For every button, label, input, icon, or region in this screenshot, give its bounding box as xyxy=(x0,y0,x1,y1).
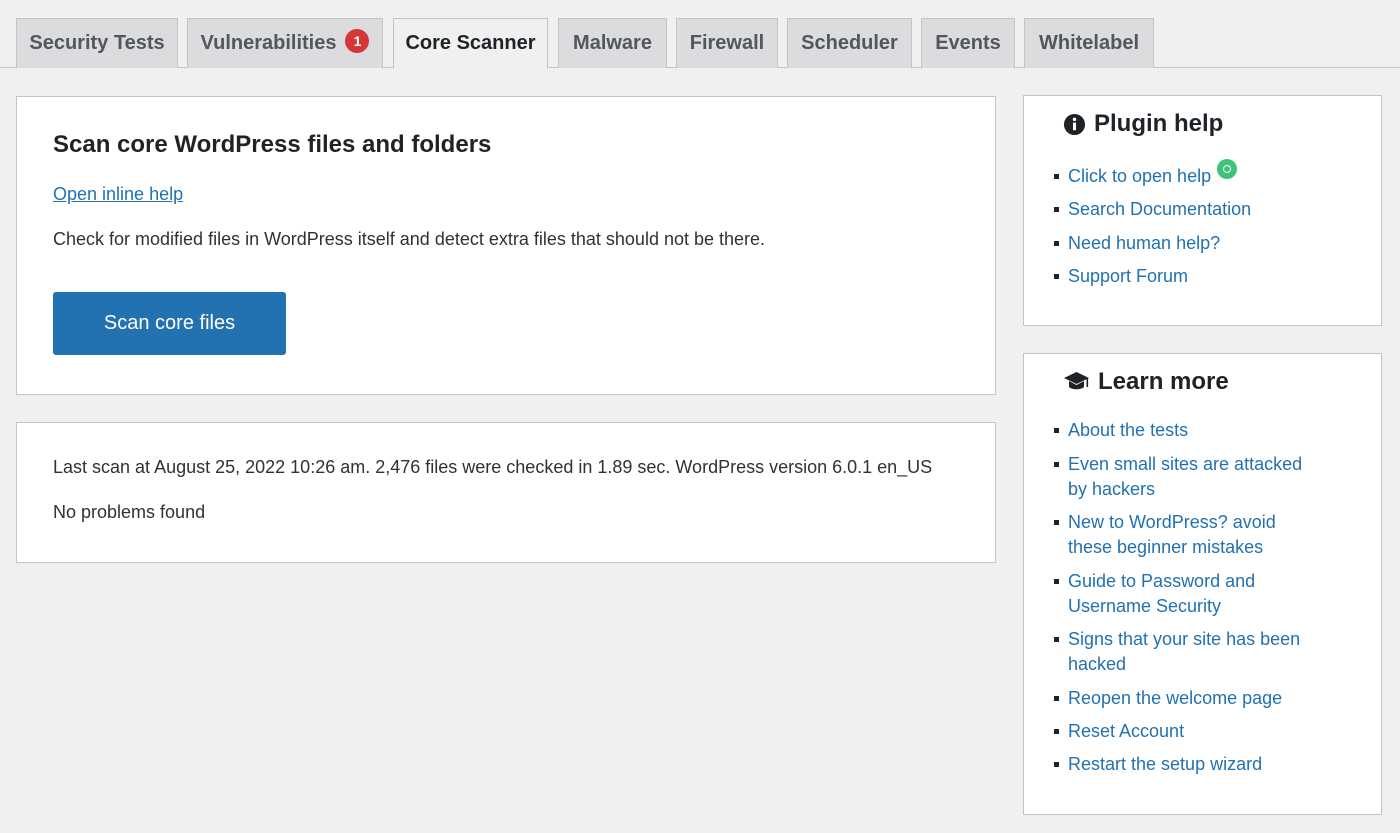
link-text: Support Forum xyxy=(1068,266,1189,286)
tab-label: Security Tests xyxy=(29,32,165,54)
link-text: Signs that your site has been xyxy=(1068,629,1301,649)
vulnerabilities-count-badge: 1 xyxy=(345,28,370,53)
link-text: New to WordPress? avoid xyxy=(1068,512,1276,532)
tab-events[interactable]: Events xyxy=(921,18,1015,68)
about-the-tests-link[interactable]: About the tests xyxy=(1053,418,1189,443)
link-text: Click to open help xyxy=(1068,166,1212,186)
scan-status: No problems found xyxy=(53,502,206,522)
learn-more-title: Learn more xyxy=(1063,368,1229,396)
widget-title-text: Learn more xyxy=(1098,368,1229,395)
open-inline-help-link[interactable]: Open inline help xyxy=(53,184,183,205)
plugin-help-title: Plugin help xyxy=(1063,110,1223,138)
scan-core-panel: Scan core WordPress files and folders Op… xyxy=(16,96,996,395)
link-text: hacked xyxy=(1068,654,1127,674)
widget-title-text: Plugin help xyxy=(1094,110,1224,137)
search-documentation-link[interactable]: Search Documentation xyxy=(1053,197,1252,222)
link-text: Even small sites are attacked xyxy=(1068,454,1303,474)
reopen-welcome-page-link[interactable]: Reopen the welcome page xyxy=(1053,686,1283,711)
click-to-open-help-link[interactable]: Click to open help xyxy=(1053,159,1238,189)
support-forum-link[interactable]: Support Forum xyxy=(1053,264,1189,289)
link-text: Search Documentation xyxy=(1068,199,1252,219)
link-text: Reopen the welcome page xyxy=(1068,688,1283,708)
tab-scheduler[interactable]: Scheduler xyxy=(787,18,912,68)
beginner-mistakes-link[interactable]: New to WordPress? avoid these beginner mi… xyxy=(1054,510,1276,560)
signs-site-hacked-link[interactable]: Signs that your site has been hacked xyxy=(1053,627,1301,677)
link-text: Guide to Password and xyxy=(1068,571,1256,591)
last-scan-info: Last scan at August 25, 2022 10:26 am. 2… xyxy=(53,457,933,477)
scan-core-files-button[interactable]: Scan core files xyxy=(53,292,286,355)
password-security-guide-link[interactable]: Guide to Password and Username Security xyxy=(1053,569,1256,619)
need-human-help-link[interactable]: Need human help? xyxy=(1053,231,1221,256)
learn-more-widget: Learn more About the tests Even small si… xyxy=(1023,353,1382,815)
chat-bubble-icon xyxy=(1217,159,1238,180)
link-text: Restart the setup wizard xyxy=(1068,754,1263,774)
scan-results-panel: Last scan at August 25, 2022 10:26 am. 2… xyxy=(16,422,996,563)
link-text: About the tests xyxy=(1068,420,1189,440)
reset-account-link[interactable]: Reset Account xyxy=(1053,719,1185,744)
link-text: Username Security xyxy=(1068,596,1222,616)
tab-firewall[interactable]: Firewall xyxy=(676,18,778,68)
tab-label: Firewall xyxy=(689,32,765,54)
link-text: by hackers xyxy=(1068,479,1156,499)
tab-label: Events xyxy=(935,32,1001,54)
tab-core-scanner[interactable]: Core Scanner xyxy=(393,18,548,69)
tab-whitelabel[interactable]: Whitelabel xyxy=(1024,18,1154,68)
tab-label: Core Scanner xyxy=(405,32,536,54)
panel-description: Check for modified files in WordPress it… xyxy=(53,229,766,249)
tab-malware[interactable]: Malware xyxy=(558,18,667,68)
tab-bar: Security Tests Vulnerabilities 1 Core Sc… xyxy=(0,0,1400,69)
tab-label: Vulnerabilities xyxy=(200,32,337,54)
graduation-cap-icon xyxy=(1063,371,1090,393)
panel-title: Scan core WordPress files and folders xyxy=(53,131,492,158)
tab-vulnerabilities[interactable]: Vulnerabilities 1 xyxy=(187,18,383,68)
tab-label: Whitelabel xyxy=(1038,32,1139,54)
info-icon xyxy=(1063,113,1086,136)
small-sites-attacked-link[interactable]: Even small sites are attacked by hackers xyxy=(1053,452,1303,502)
tab-label: Scheduler xyxy=(801,32,898,54)
link-text: Need human help? xyxy=(1068,233,1221,253)
restart-setup-wizard-link[interactable]: Restart the setup wizard xyxy=(1053,752,1263,777)
link-text: these beginner mistakes xyxy=(1068,537,1264,557)
tab-security-tests[interactable]: Security Tests xyxy=(16,18,178,68)
link-text: Reset Account xyxy=(1068,721,1185,741)
tab-label: Malware xyxy=(573,32,652,54)
plugin-help-widget: Plugin help Click to open help Search Do… xyxy=(1023,95,1382,326)
